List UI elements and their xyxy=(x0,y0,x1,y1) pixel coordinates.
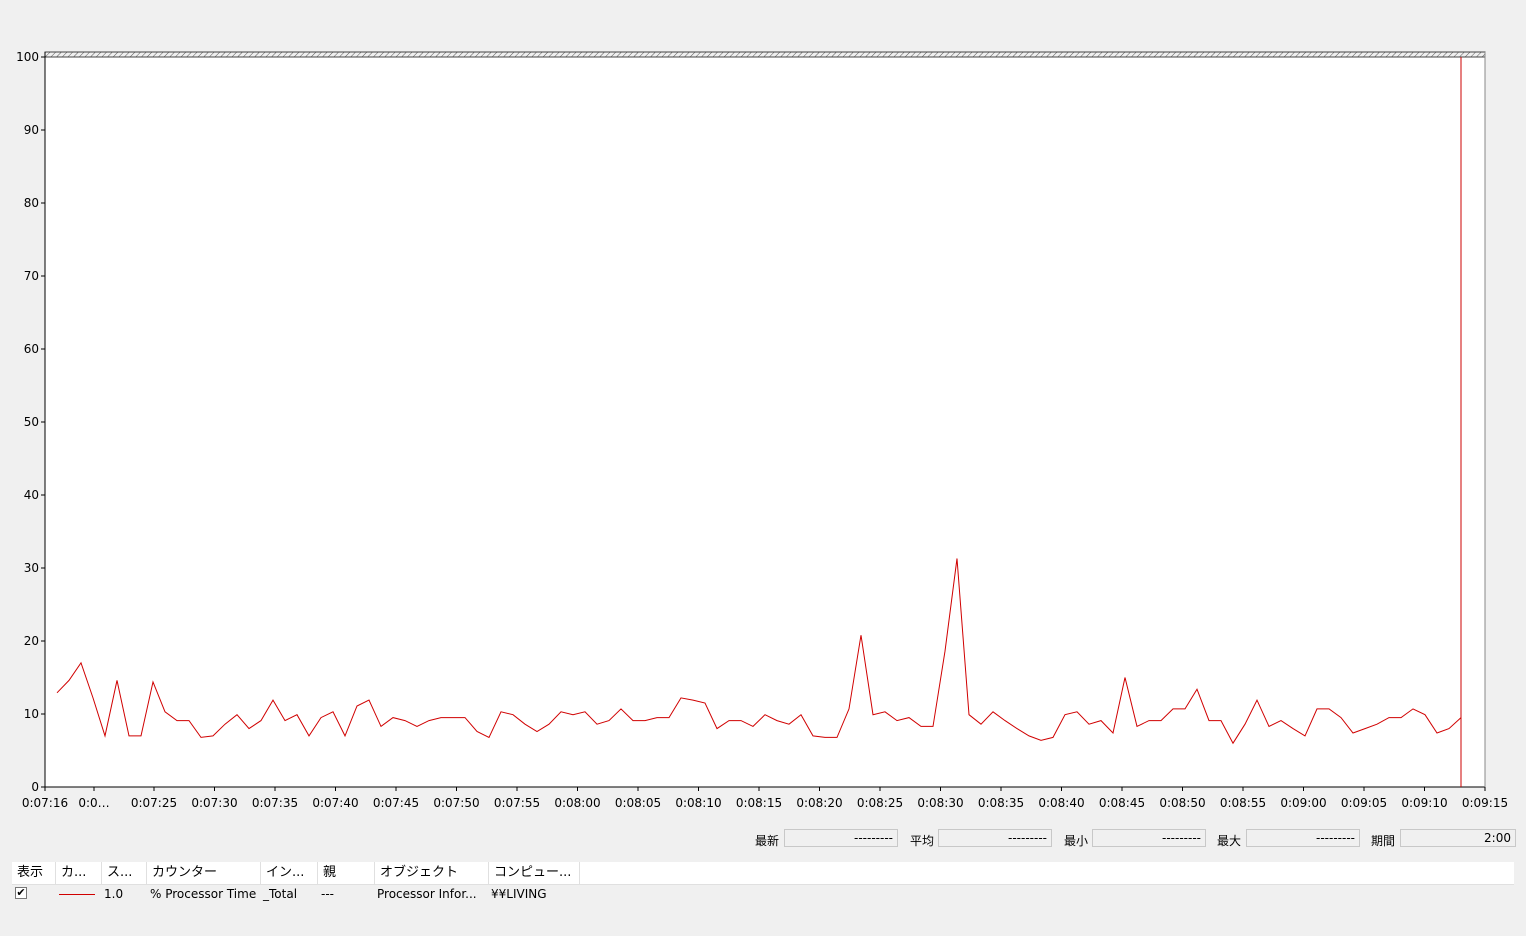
average-value: --------- xyxy=(938,829,1052,847)
parent-cell: --- xyxy=(321,887,334,901)
x-tick-label: 0:09:15 xyxy=(1462,796,1508,810)
x-tick-label: 0:07:50 xyxy=(433,796,479,810)
x-tick-label: 0:08:55 xyxy=(1220,796,1266,810)
column-header-color[interactable]: カ... xyxy=(56,862,102,884)
object-cell: Processor Infor... xyxy=(377,887,477,901)
x-tick-label: 0:07:30 xyxy=(191,796,237,810)
series-color-swatch xyxy=(59,894,95,895)
column-header-scale[interactable]: ス... xyxy=(102,862,147,884)
legend-row[interactable]: ✔ 1.0 % Processor Time _Total --- Proces… xyxy=(12,885,1514,903)
scale-cell: 1.0 xyxy=(104,887,124,901)
counter-legend: 表示 カ... ス... カウンター イン... 親 オブジェクト コンピュー.… xyxy=(12,862,1514,903)
performance-graph[interactable]: 0 10 20 30 40 50 60 70 80 90 100 0:07:16 0:0… 0:07:2… xyxy=(0,0,1526,820)
x-tick-label: 0:08:45 xyxy=(1099,796,1145,810)
max-label: 最大 xyxy=(1217,834,1242,848)
column-header-parent[interactable]: 親 xyxy=(318,862,375,884)
y-tick-label: 70 xyxy=(24,269,39,283)
column-header-show[interactable]: 表示 xyxy=(12,862,56,884)
y-tick-label: 0 xyxy=(31,780,39,794)
y-tick-label: 100 xyxy=(16,50,39,64)
column-header-instance[interactable]: イン... xyxy=(261,862,318,884)
column-header-object[interactable]: オブジェクト xyxy=(375,862,489,884)
show-checkbox[interactable]: ✔ xyxy=(15,887,27,899)
plot-area xyxy=(45,57,1485,787)
column-header-computer[interactable]: コンピュー... xyxy=(489,862,580,884)
x-tick-label: 0:07:25 xyxy=(131,796,177,810)
x-tick-label: 0:07:35 xyxy=(252,796,298,810)
x-tick-label: 0:09:05 xyxy=(1341,796,1387,810)
x-tick-label: 0:07:40 xyxy=(312,796,358,810)
column-header-counter[interactable]: カウンター xyxy=(147,862,261,884)
average-label: 平均 xyxy=(910,834,935,848)
x-tick-label: 0:08:50 xyxy=(1159,796,1205,810)
y-axis-ticks: 0 10 20 30 40 50 60 70 80 90 100 xyxy=(16,50,45,794)
y-tick-label: 90 xyxy=(24,123,39,137)
duration-label: 期間 xyxy=(1371,834,1396,848)
min-label: 最小 xyxy=(1064,834,1089,848)
x-tick-label: 0:08:25 xyxy=(857,796,903,810)
y-tick-label: 60 xyxy=(24,342,39,356)
x-tick-label: 0:07:45 xyxy=(373,796,419,810)
counter-cell: % Processor Time xyxy=(150,887,257,901)
graph-top-hatch xyxy=(44,51,1486,58)
latest-label: 最新 xyxy=(755,834,780,848)
instance-cell: _Total xyxy=(263,887,298,901)
y-tick-label: 50 xyxy=(24,415,39,429)
x-axis-ticks: 0:07:16 0:0… 0:07:25 0:07:30 0:07:35 0:07:40 0… xyxy=(22,787,1508,810)
x-tick-label: 0:08:35 xyxy=(978,796,1024,810)
min-value: --------- xyxy=(1092,829,1206,847)
x-tick-label: 0:09:10 xyxy=(1401,796,1447,810)
max-value: --------- xyxy=(1246,829,1360,847)
y-tick-label: 80 xyxy=(24,196,39,210)
x-tick-label: 0:0… xyxy=(78,796,109,810)
legend-header: 表示 カ... ス... カウンター イン... 親 オブジェクト コンピュー.… xyxy=(12,862,1514,885)
x-tick-label: 0:08:20 xyxy=(796,796,842,810)
computer-cell: ¥¥LIVING xyxy=(491,887,547,901)
x-tick-label: 0:07:55 xyxy=(494,796,540,810)
x-tick-label: 0:08:40 xyxy=(1038,796,1084,810)
x-tick-label: 0:08:30 xyxy=(917,796,963,810)
duration-value: 2:00 xyxy=(1400,829,1516,847)
y-tick-label: 10 xyxy=(24,707,39,721)
latest-value: --------- xyxy=(784,829,898,847)
x-tick-label: 0:08:15 xyxy=(736,796,782,810)
y-tick-label: 20 xyxy=(24,634,39,648)
y-tick-label: 40 xyxy=(24,488,39,502)
x-tick-label: 0:08:05 xyxy=(615,796,661,810)
statistics-bar: 最新 --------- 平均 --------- 最小 --------- 最… xyxy=(750,828,1520,850)
y-tick-label: 30 xyxy=(24,561,39,575)
x-tick-label: 0:09:00 xyxy=(1280,796,1326,810)
x-tick-label: 0:08:00 xyxy=(554,796,600,810)
x-tick-label: 0:08:10 xyxy=(675,796,721,810)
x-tick-label: 0:07:16 xyxy=(22,796,68,810)
